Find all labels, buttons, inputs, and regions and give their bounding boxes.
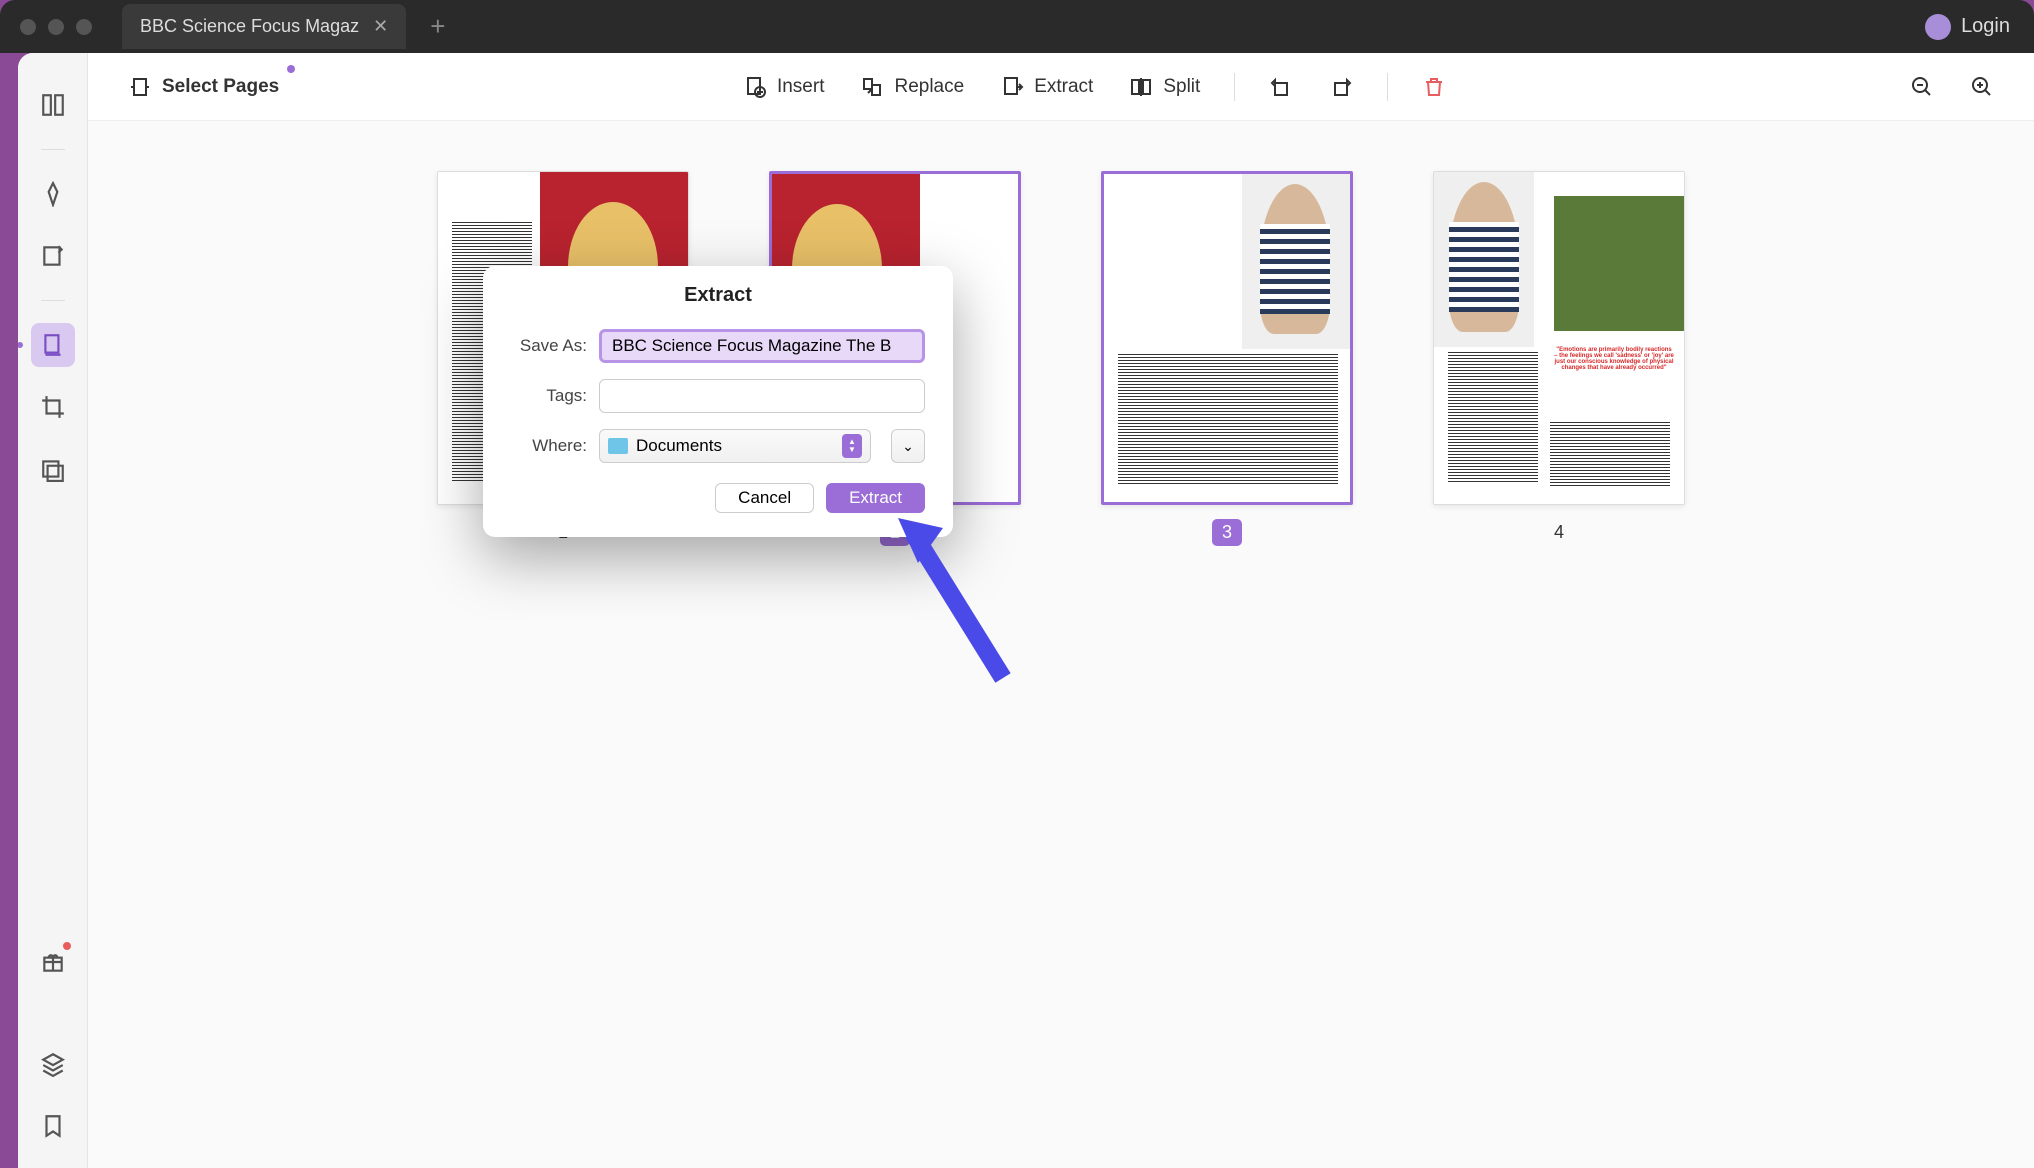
highlighter-icon <box>40 181 66 207</box>
select-pages-label: Select Pages <box>162 76 279 98</box>
extract-confirm-button[interactable]: Extract <box>826 483 925 513</box>
zoom-in-icon <box>1970 75 1994 99</box>
dialog-title: Extract <box>511 284 925 307</box>
close-window[interactable] <box>20 19 36 35</box>
page-item-4[interactable]: "Emotions are primarily bodily reactions… <box>1433 171 1685 546</box>
replace-button[interactable]: Replace <box>846 67 978 107</box>
insert-label: Insert <box>777 76 825 98</box>
sidebar-highlight[interactable] <box>31 172 75 216</box>
split-button[interactable]: Split <box>1115 67 1214 107</box>
sidebar-bookmark[interactable] <box>31 1104 75 1148</box>
minimize-window[interactable] <box>48 19 64 35</box>
chevron-down-icon: ⌄ <box>902 438 914 455</box>
split-label: Split <box>1163 76 1200 98</box>
where-value: Documents <box>636 436 834 456</box>
bookmark-icon <box>40 1113 66 1139</box>
sidebar-crop[interactable] <box>31 385 75 429</box>
page-edit-icon <box>40 332 66 358</box>
thumbnails-icon <box>40 92 66 118</box>
page-grid: "Prosopagnosics may not even recognise t… <box>88 121 2034 1168</box>
main-window: Select Pages Insert Replace Extract Spli… <box>18 53 2034 1168</box>
sidebar-page-edit[interactable] <box>31 323 75 367</box>
notification-dot <box>63 942 71 950</box>
crop-icon <box>40 394 66 420</box>
split-icon <box>1129 75 1153 99</box>
select-pages-icon <box>128 75 152 99</box>
select-indicator <box>287 65 295 73</box>
rotate-left-icon <box>1269 75 1293 99</box>
page-thumbnail[interactable]: "Emotions are primarily bodily reactions… <box>1433 171 1685 505</box>
maximize-window[interactable] <box>76 19 92 35</box>
sidebar-annotate[interactable] <box>31 234 75 278</box>
extract-button[interactable]: Extract <box>986 67 1107 107</box>
rotate-right-button[interactable] <box>1315 67 1367 107</box>
cancel-button[interactable]: Cancel <box>715 483 814 513</box>
login-button[interactable]: Login <box>1925 14 2010 40</box>
tags-input[interactable] <box>599 379 925 413</box>
replace-label: Replace <box>894 76 964 98</box>
extract-label: Extract <box>1034 76 1093 98</box>
insert-icon <box>743 75 767 99</box>
folder-icon <box>608 438 628 454</box>
title-bar: BBC Science Focus Magaz ✕ + Login <box>0 0 2034 53</box>
page-number: 3 <box>1212 519 1242 546</box>
extract-icon <box>1000 75 1024 99</box>
save-as-input[interactable] <box>599 329 925 363</box>
rotate-right-icon <box>1329 75 1353 99</box>
delete-button[interactable] <box>1408 67 1460 107</box>
layers-icon <box>40 1051 66 1077</box>
where-label: Where: <box>511 436 587 456</box>
content-area: Select Pages Insert Replace Extract Spli… <box>88 53 2034 1168</box>
page-number: 4 <box>1544 519 1574 546</box>
zoom-out-button[interactable] <box>1896 67 1948 107</box>
page-item-3[interactable]: 3 <box>1101 171 1353 546</box>
save-as-label: Save As: <box>511 336 587 356</box>
sidebar <box>18 53 88 1168</box>
redact-icon <box>40 456 66 482</box>
expand-location-button[interactable]: ⌄ <box>891 429 925 463</box>
replace-icon <box>860 75 884 99</box>
where-select[interactable]: Documents ▲▼ <box>599 429 871 463</box>
sidebar-gift[interactable] <box>31 940 75 984</box>
close-tab-icon[interactable]: ✕ <box>373 16 388 37</box>
extract-dialog: Extract Save As: Tags: Where: Documents … <box>483 266 953 537</box>
gift-icon <box>40 949 66 975</box>
sidebar-layers[interactable] <box>31 1042 75 1086</box>
window-controls <box>20 19 92 35</box>
sidebar-thumbnails[interactable] <box>31 83 75 127</box>
new-tab-button[interactable]: + <box>430 11 445 42</box>
tab-title: BBC Science Focus Magaz <box>140 16 359 37</box>
document-tab[interactable]: BBC Science Focus Magaz ✕ <box>122 4 406 49</box>
rotate-left-button[interactable] <box>1255 67 1307 107</box>
tags-label: Tags: <box>511 386 587 406</box>
sidebar-redact[interactable] <box>31 447 75 491</box>
zoom-out-icon <box>1910 75 1934 99</box>
page-thumbnail[interactable] <box>1101 171 1353 505</box>
select-pages-button[interactable]: Select Pages <box>114 67 293 107</box>
zoom-in-button[interactable] <box>1956 67 2008 107</box>
trash-icon <box>1422 75 1446 99</box>
insert-button[interactable]: Insert <box>729 67 839 107</box>
avatar-icon <box>1925 14 1951 40</box>
toolbar: Select Pages Insert Replace Extract Spli… <box>88 53 2034 121</box>
annotate-icon <box>40 243 66 269</box>
login-label: Login <box>1961 15 2010 38</box>
where-stepper-icon: ▲▼ <box>842 434 862 458</box>
